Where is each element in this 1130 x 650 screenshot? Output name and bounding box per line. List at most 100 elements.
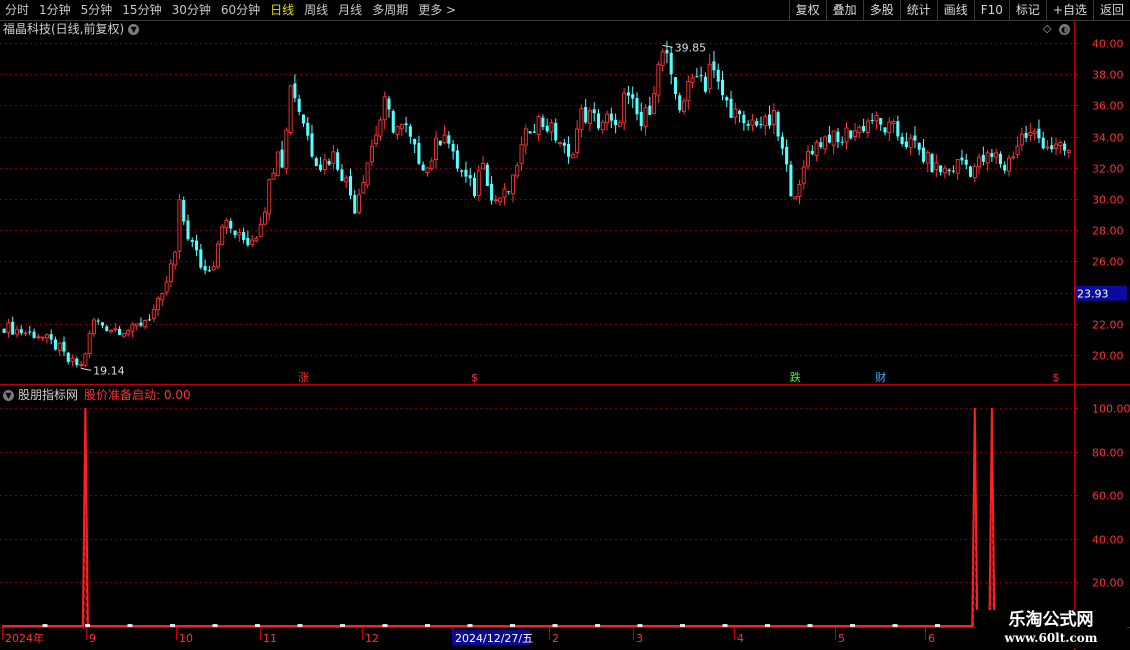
candle-body-up <box>378 119 383 137</box>
chevron-down-icon[interactable]: ▼ <box>128 24 140 35</box>
baseline-marker <box>212 624 218 627</box>
period-tab[interactable]: 日线 <box>265 0 299 20</box>
candle-body-up <box>258 224 263 237</box>
indicator-title[interactable]: 股朋指标网 <box>18 388 78 402</box>
price-tick-label: 26.00 <box>1092 256 1124 269</box>
period-tab[interactable]: 更多 > <box>413 0 461 20</box>
toolbar-button[interactable]: 复权 <box>788 0 826 20</box>
candle-body-down <box>336 152 340 170</box>
candle-body-down <box>229 220 233 229</box>
baseline-marker <box>595 624 600 627</box>
signal-line <box>2 407 1071 627</box>
toolbar-button[interactable]: 标记 <box>1008 0 1046 20</box>
candle-body-up <box>476 170 481 196</box>
candle-body-up <box>121 332 126 337</box>
candle-body-down <box>199 249 203 268</box>
period-tab[interactable]: 月线 <box>333 0 367 20</box>
candle-body-down <box>725 97 729 101</box>
candle-body-up <box>865 120 870 133</box>
diamond-icon[interactable]: ◇ <box>1043 22 1051 35</box>
candle-body-down <box>532 131 536 133</box>
event-marker: 跌 <box>790 370 801 384</box>
period-tab[interactable]: 多周期 <box>367 0 413 20</box>
period-tab[interactable]: 60分钟 <box>216 0 265 20</box>
candle-body-up <box>536 116 541 135</box>
indicator-tick-label: 100.00 <box>1092 403 1130 416</box>
candle-body-down <box>49 334 53 340</box>
candle-body-up <box>925 151 930 164</box>
baseline-marker <box>340 624 345 627</box>
candle-body-down <box>62 341 66 352</box>
candle-body-down <box>810 150 814 155</box>
candle-body-up <box>250 239 255 245</box>
toolbar-button[interactable]: 叠加 <box>825 0 863 20</box>
candle-body-down <box>280 149 284 168</box>
candle-body-up <box>14 329 19 335</box>
period-tab[interactable]: 分时 <box>0 0 34 20</box>
period-tab[interactable]: 30分钟 <box>167 0 216 20</box>
candle-body-up <box>643 107 648 128</box>
price-tick-label: 34.00 <box>1092 132 1124 145</box>
candle-body-down <box>883 127 887 133</box>
candle-body-down <box>729 98 733 118</box>
candle-body-up <box>793 196 798 200</box>
candle-body-down <box>998 153 1002 165</box>
chevron-down-icon[interactable]: ▼ <box>3 390 14 401</box>
candle-body-up <box>955 159 960 174</box>
date-axis-label: 6 <box>928 632 935 645</box>
candle-body-down <box>900 136 904 144</box>
candle-body-up <box>177 199 182 252</box>
candle-body-down <box>460 170 464 172</box>
indicator-tick-label: 80.00 <box>1092 447 1124 460</box>
period-tab[interactable]: 1分钟 <box>34 0 76 20</box>
candle-body-down <box>648 105 652 115</box>
candle-body-down <box>780 136 784 149</box>
toolbar-button[interactable]: 画线 <box>936 0 974 20</box>
candle-body-down <box>939 165 943 173</box>
candle-body-down <box>1037 128 1041 139</box>
candle-body-down <box>319 164 323 171</box>
candle-body-down <box>665 50 669 54</box>
candle-body-up <box>660 51 665 66</box>
candle-body-down <box>545 125 549 132</box>
candle-body-down <box>190 239 194 242</box>
candle-body-up <box>972 165 977 179</box>
candle-body-down <box>699 75 703 77</box>
candle-body-up <box>1028 131 1033 136</box>
period-tab[interactable]: 5分钟 <box>76 0 118 20</box>
candle-body-down <box>472 177 477 197</box>
toolbar-button[interactable]: 统计 <box>899 0 937 20</box>
period-tab[interactable]: 周线 <box>299 0 333 20</box>
date-axis-label: 10 <box>179 632 193 645</box>
candle-body-down <box>673 77 678 95</box>
price-tick-label: 40.00 <box>1092 38 1124 51</box>
chart-canvas[interactable]: 20.0022.0024.0026.0028.0030.0032.0034.00… <box>0 0 1130 650</box>
low-annotation: 19.14 <box>93 364 125 377</box>
candle-body-up <box>224 219 229 229</box>
settings-circle-icon[interactable]: ◐ <box>1058 24 1070 35</box>
candle-body-up <box>44 334 49 339</box>
candle-body-up <box>254 237 259 242</box>
candle-body-up <box>814 141 819 156</box>
baseline-marker <box>85 624 90 627</box>
candle-body-down <box>951 170 955 172</box>
baseline-marker <box>935 624 940 627</box>
candle-body-up <box>857 126 862 133</box>
baseline-marker <box>255 624 260 627</box>
candle-body-up <box>1054 143 1059 149</box>
toolbar-button[interactable]: +自选 <box>1045 0 1093 20</box>
candle-body-down <box>755 121 759 126</box>
candle-body-down <box>968 166 973 177</box>
candle-body-down <box>738 110 742 115</box>
candle-body-down <box>562 142 566 146</box>
toolbar-button[interactable]: 返回 <box>1092 0 1130 20</box>
toolbar-button[interactable]: F10 <box>973 0 1009 20</box>
candle-body-up <box>156 298 161 311</box>
candle-body-up <box>365 162 370 186</box>
candle-body-down <box>639 111 643 127</box>
stock-title[interactable]: 福晶科技(日线,前复权) <box>3 22 124 36</box>
period-tabs: 分时 1分钟 5分钟 15分钟 30分钟 60分钟 日线 周线 月线 多周期 更多 > <box>0 0 461 20</box>
toolbar-button[interactable]: 多股 <box>862 0 900 20</box>
candle-body-up <box>151 308 156 320</box>
period-tab[interactable]: 15分钟 <box>117 0 166 20</box>
